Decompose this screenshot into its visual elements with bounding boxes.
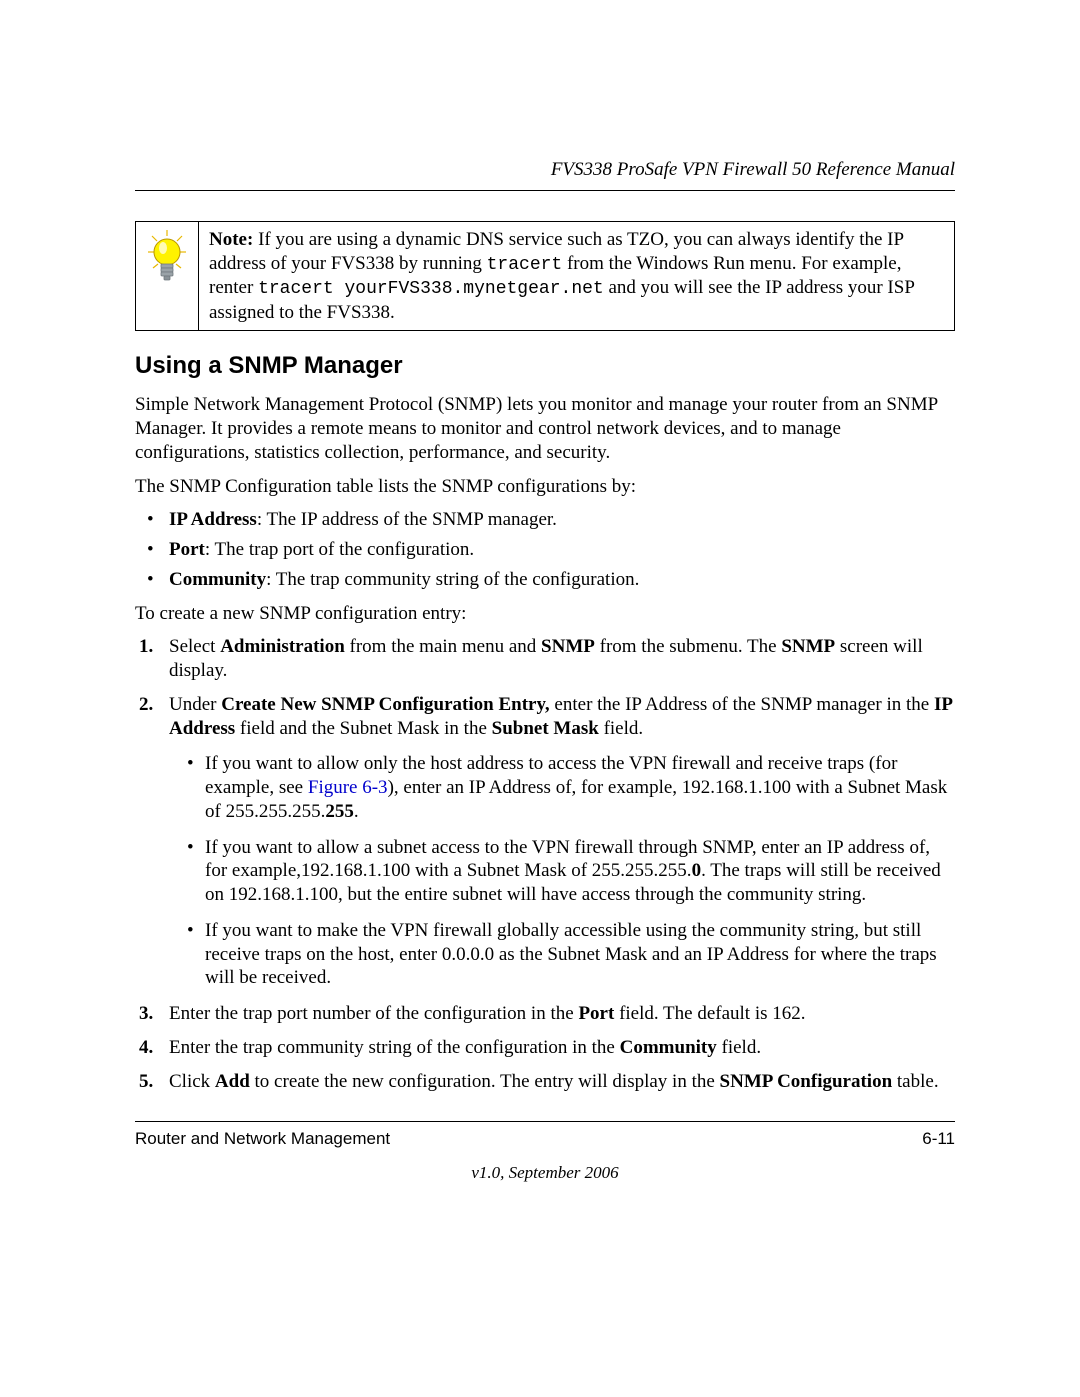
step-1: Select Administration from the main menu… [165,635,955,683]
figure-xref[interactable]: Figure 6-3 [308,777,388,798]
step-bold: SNMP [781,636,835,657]
page: FVS338 ProSafe VPN Firewall 50 Reference… [0,0,1080,1397]
step-bold: Create New SNMP Configuration Entry, [221,694,549,715]
step-text: Click [169,1071,215,1092]
step-text: Enter the trap port number of the config… [169,1003,578,1024]
step-bold: SNMP Configuration [720,1071,893,1092]
sub-bold: 0 [692,860,702,881]
footer: Router and Network Management 6-11 [135,1128,955,1149]
header-rule [135,190,955,191]
list-item-text: : The IP address of the SNMP manager. [257,509,557,530]
footer-version: v1.0, September 2006 [135,1162,955,1183]
sub-item: If you want to allow only the host addre… [205,752,955,823]
step-text: Enter the trap community string of the c… [169,1037,620,1058]
section-heading: Using a SNMP Manager [135,351,955,381]
list-item: Community: The trap community string of … [165,568,955,592]
step-2: Under Create New SNMP Configuration Entr… [165,693,955,990]
step-text: from the main menu and [345,636,541,657]
note-icon-cell [136,222,199,331]
page-number: 6-11 [922,1128,955,1149]
step-text: Select [169,636,220,657]
step-text: field and the Subnet Mask in the [235,718,491,739]
note-code-1: tracert [487,255,563,275]
intro-paragraph-1: Simple Network Management Protocol (SNMP… [135,393,955,464]
note-label: Note: [209,229,253,250]
config-list: IP Address: The IP address of the SNMP m… [135,508,955,591]
step-text: field. The default is 162. [614,1003,805,1024]
steps-intro: To create a new SNMP configuration entry… [135,602,955,626]
step-text: field. [599,718,643,739]
step-text: from the submenu. The [595,636,781,657]
step-bold: Administration [220,636,345,657]
footer-section: Router and Network Management [135,1128,390,1149]
running-header: FVS338 ProSafe VPN Firewall 50 Reference… [135,158,955,182]
note-code-2: tracert yourFVS338.mynetgear.net [258,279,604,299]
note-callout: Note: If you are using a dynamic DNS ser… [135,221,955,332]
list-item-bold: IP Address [169,509,257,530]
intro-paragraph-2: The SNMP Configuration table lists the S… [135,475,955,499]
step-4: Enter the trap community string of the c… [165,1036,955,1060]
sub-text: . [354,801,359,822]
step-text: enter the IP Address of the SNMP manager… [550,694,934,715]
list-item-text: : The trap community string of the confi… [266,569,639,590]
lightbulb-icon [144,228,190,286]
list-item: IP Address: The IP address of the SNMP m… [165,508,955,532]
step-text: table. [892,1071,938,1092]
list-item-text: : The trap port of the configuration. [205,539,474,560]
step-bold: Port [578,1003,614,1024]
list-item-bold: Port [169,539,205,560]
step-5: Click Add to create the new configuratio… [165,1070,955,1094]
step-bold: Subnet Mask [492,718,599,739]
sub-item: If you want to allow a subnet access to … [205,836,955,907]
step-2-sublist: If you want to allow only the host addre… [169,752,955,990]
step-3: Enter the trap port number of the config… [165,1002,955,1026]
step-bold: SNMP [541,636,595,657]
step-bold: Community [620,1037,717,1058]
step-bold: Add [215,1071,250,1092]
sub-bold: 255 [325,801,354,822]
note-text: Note: If you are using a dynamic DNS ser… [199,222,954,331]
step-text: Under [169,694,221,715]
step-text: to create the new configuration. The ent… [250,1071,720,1092]
step-text: field. [717,1037,761,1058]
list-item: Port: The trap port of the configuration… [165,538,955,562]
footer-rule [135,1121,955,1122]
sub-item: If you want to make the VPN firewall glo… [205,919,955,990]
steps-list: Select Administration from the main menu… [135,635,955,1093]
list-item-bold: Community [169,569,266,590]
